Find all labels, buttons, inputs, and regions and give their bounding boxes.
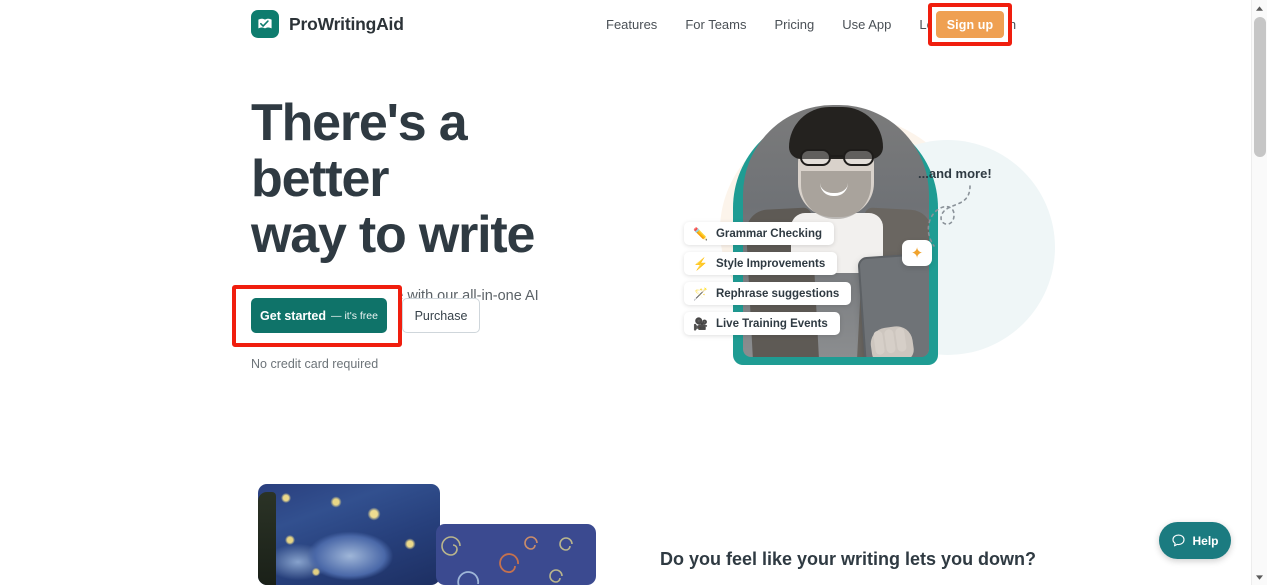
feature-badge-grammar-checking: ✏️ Grammar Checking: [684, 222, 835, 245]
blue-doodle-card: [436, 524, 596, 585]
hero-title-line-2: way to write: [251, 206, 535, 264]
cypress-tree: [258, 492, 276, 585]
get-started-label: Get started: [260, 308, 327, 323]
page-content: ProWritingAid Features For Teams Pricing…: [0, 0, 1251, 585]
feature-badge-label: Style Improvements: [715, 257, 826, 270]
finger: [872, 330, 886, 356]
glasses-icon: [798, 149, 876, 166]
magic-wand-icon: 🪄: [693, 286, 708, 301]
lightning-bolt-icon: ⚡: [693, 256, 708, 271]
nav-link-for-teams[interactable]: For Teams: [671, 0, 760, 50]
video-camera-icon: 🎥: [693, 316, 708, 331]
artwork-cards: [258, 484, 598, 585]
sign-up-button[interactable]: Sign up: [936, 11, 1004, 38]
section-heading-question: Do you feel like your writing lets you d…: [660, 549, 1037, 569]
nav-link-pricing[interactable]: Pricing: [760, 0, 828, 50]
scroll-down-arrow-icon[interactable]: [1252, 569, 1267, 585]
feature-badge-list: ✏️ Grammar Checking ⚡ Style Improvements…: [684, 222, 852, 335]
glasses-bridge: [831, 155, 843, 158]
and-more-callout: ...and more!: [918, 166, 992, 181]
signup-button-region: Sign up: [928, 3, 1012, 46]
speech-bubble-icon: [1172, 534, 1186, 547]
feature-badge-label: Rephrase suggestions: [715, 287, 840, 300]
pencil-icon: ✏️: [693, 226, 708, 241]
get-started-suffix: — it's free: [331, 309, 378, 322]
glasses-lens-left: [800, 149, 831, 166]
help-widget-button[interactable]: Help: [1159, 522, 1231, 559]
browser-viewport: ProWritingAid Features For Teams Pricing…: [0, 0, 1267, 585]
finger: [883, 328, 897, 354]
glasses-lens-right: [843, 149, 874, 166]
purchase-button[interactable]: Purchase: [402, 298, 480, 333]
feature-badge-style-improvements: ⚡ Style Improvements: [684, 252, 838, 275]
scrollbar-thumb[interactable]: [1254, 17, 1266, 157]
get-started-button[interactable]: Get started — it's free: [251, 298, 387, 333]
feature-badge-rephrase-suggestions: 🪄 Rephrase suggestions: [684, 282, 852, 305]
brand-logo-link[interactable]: ProWritingAid: [251, 10, 404, 38]
site-header: ProWritingAid Features For Teams Pricing…: [0, 0, 1251, 50]
feature-badge-label: Live Training Events: [715, 317, 828, 330]
hero-cta-row: Get started — it's free Purchase: [232, 285, 492, 347]
open-book-check-icon: [251, 10, 279, 38]
vertical-scrollbar[interactable]: [1251, 0, 1267, 585]
page-title: There's a better way to write: [251, 95, 591, 263]
hero-illustration: ...and more! ✦ ✏️ Grammar Checking ⚡ Sty…: [640, 90, 1060, 380]
feature-badge-live-training-events: 🎥 Live Training Events: [684, 312, 840, 335]
chevron-down-icon: [1256, 574, 1263, 580]
help-widget-label: Help: [1192, 533, 1219, 548]
hero-title-line-1: There's a better: [251, 94, 468, 208]
brand-name: ProWritingAid: [289, 13, 404, 34]
feature-badge-label: Grammar Checking: [715, 227, 823, 240]
scroll-up-arrow-icon[interactable]: [1252, 0, 1267, 16]
finger: [894, 327, 907, 353]
starry-night-painting: [258, 484, 440, 585]
no-credit-card-note: No credit card required: [251, 357, 379, 371]
chevron-up-icon: [1256, 5, 1263, 11]
nav-link-features[interactable]: Features: [600, 0, 671, 50]
sparkle-icon: ✦: [902, 240, 932, 266]
doodle-spirals-icon: [441, 536, 573, 585]
nav-link-use-app[interactable]: Use App: [828, 0, 905, 50]
